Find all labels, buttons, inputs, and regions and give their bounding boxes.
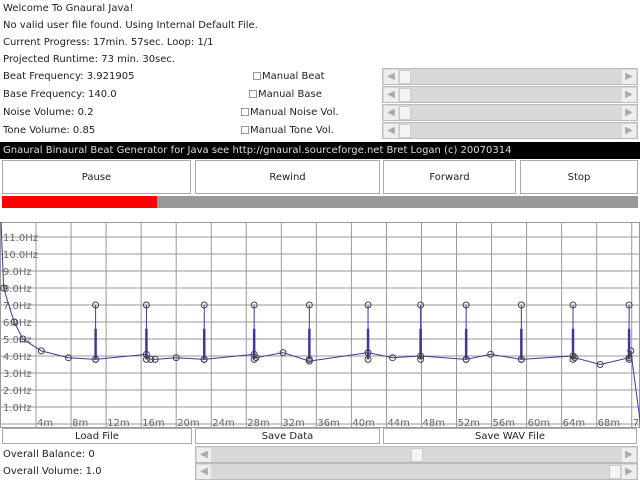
param-label: Tone Volume: 0.85	[3, 125, 96, 136]
y-tick-label: 1.0Hz	[3, 403, 32, 414]
slider-thumb[interactable]	[399, 106, 411, 120]
checkbox-label: Manual Base	[258, 89, 322, 100]
y-tick-label: 8.0Hz	[3, 284, 32, 295]
current-progress-text: Current Progress: 17min. 57sec. Loop: 1/…	[3, 37, 214, 48]
arrow-left-icon[interactable]: ◀	[384, 70, 398, 84]
y-tick-label: 2.0Hz	[3, 386, 32, 397]
arrow-left-icon[interactable]: ◀	[197, 465, 211, 479]
welcome-text: Welcome To Gnaural Java!	[3, 3, 134, 14]
y-tick-label: 7.0Hz	[3, 301, 32, 312]
x-tick-label: 48m	[422, 418, 444, 428]
load-file-button[interactable]: Load File	[2, 428, 192, 444]
checkbox-label: Manual Tone Vol.	[250, 125, 334, 136]
progress-bar	[2, 196, 638, 208]
arrow-right-icon[interactable]: ▶	[622, 106, 636, 120]
param-label: Beat Frequency: 3.921905	[3, 71, 135, 82]
manual-checkbox[interactable]: Manual Noise Vol.	[241, 104, 339, 121]
overall-balance-label: Overall Balance: 0	[3, 449, 95, 460]
forward-button[interactable]: Forward	[383, 160, 516, 194]
arrow-left-icon[interactable]: ◀	[384, 106, 398, 120]
param-slider[interactable]: ◀ ▶	[382, 104, 638, 121]
graph-border	[0, 222, 640, 428]
overall-balance-slider[interactable]: ◀ ▶	[195, 446, 638, 463]
arrow-right-icon[interactable]: ▶	[622, 70, 636, 84]
x-tick-label: 8m	[72, 418, 88, 428]
x-tick-label: 12m	[107, 418, 129, 428]
slider-thumb[interactable]	[399, 88, 411, 102]
schedule-graph[interactable]: 4m 8m 12m 16m 20m 24m 28m 32m 36m 40m 44m 48m 52m 56m…	[0, 222, 640, 428]
x-tick-label: 16m	[142, 418, 164, 428]
checkbox-icon[interactable]	[241, 108, 249, 116]
arrow-right-icon[interactable]: ▶	[622, 465, 636, 479]
arrow-left-icon[interactable]: ◀	[197, 448, 211, 462]
param-slider[interactable]: ◀ ▶	[382, 86, 638, 103]
arrow-left-icon[interactable]: ◀	[384, 88, 398, 102]
overall-volume-slider[interactable]: ◀ ▶	[195, 463, 638, 480]
x-tick-label: 4m	[37, 418, 53, 428]
save-data-button[interactable]: Save Data	[195, 428, 380, 444]
info-banner: Gnaural Binaural Beat Generator for Java…	[0, 142, 640, 159]
x-tick-label: 32m	[282, 418, 304, 428]
checkbox-icon[interactable]	[241, 126, 249, 134]
slider-thumb[interactable]	[399, 124, 411, 138]
x-tick-label: 68m	[598, 418, 620, 428]
x-tick-label: 60m	[528, 418, 550, 428]
arrow-right-icon[interactable]: ▶	[622, 88, 636, 102]
checkbox-label: Manual Noise Vol.	[250, 107, 339, 118]
y-tick-label: 4.0Hz	[3, 352, 32, 363]
progress-fill	[2, 196, 158, 208]
y-tick-label: 9.0Hz	[3, 267, 32, 278]
x-tick-label: 64m	[563, 418, 585, 428]
y-tick-label: 5.0Hz	[3, 335, 32, 346]
rewind-button[interactable]: Rewind	[195, 160, 380, 194]
x-tick-label: 52m	[458, 418, 480, 428]
y-tick-label: 3.0Hz	[3, 369, 32, 380]
manual-checkbox[interactable]: Manual Tone Vol.	[241, 122, 334, 139]
arrow-right-icon[interactable]: ▶	[622, 124, 636, 138]
y-tick-label: 11.0Hz	[3, 233, 38, 244]
checkbox-icon[interactable]	[253, 72, 261, 80]
param-label: Noise Volume: 0.2	[3, 107, 94, 118]
projected-runtime-text: Projected Runtime: 73 min. 30sec.	[3, 54, 176, 65]
x-tick-label: 20m	[177, 418, 199, 428]
save-wav-button[interactable]: Save WAV File	[383, 428, 637, 444]
pause-button[interactable]: Pause	[2, 160, 191, 194]
x-tick-label: 72	[633, 418, 640, 428]
stop-button[interactable]: Stop	[520, 160, 638, 194]
param-slider[interactable]: ◀ ▶	[382, 68, 638, 85]
overall-volume-label: Overall Volume: 1.0	[3, 466, 102, 477]
x-tick-label: 24m	[212, 418, 234, 428]
x-tick-label: 56m	[493, 418, 515, 428]
arrow-right-icon[interactable]: ▶	[622, 448, 636, 462]
manual-checkbox[interactable]: Manual Base	[249, 86, 322, 103]
x-tick-label: 36m	[317, 418, 339, 428]
slider-thumb[interactable]	[399, 70, 411, 84]
x-tick-label: 28m	[247, 418, 269, 428]
manual-checkbox[interactable]: Manual Beat	[253, 68, 325, 85]
param-label: Base Frequency: 140.0	[3, 89, 117, 100]
slider-thumb[interactable]	[609, 465, 621, 479]
x-tick-label: 44m	[387, 418, 409, 428]
slider-thumb[interactable]	[410, 448, 423, 462]
y-tick-label: 10.0Hz	[3, 250, 38, 261]
arrow-left-icon[interactable]: ◀	[384, 124, 398, 138]
checkbox-label: Manual Beat	[262, 71, 325, 82]
checkbox-icon[interactable]	[249, 90, 257, 98]
file-status-text: No valid user file found. Using Internal…	[3, 20, 258, 31]
param-slider[interactable]: ◀ ▶	[382, 122, 638, 139]
x-tick-label: 40m	[352, 418, 374, 428]
